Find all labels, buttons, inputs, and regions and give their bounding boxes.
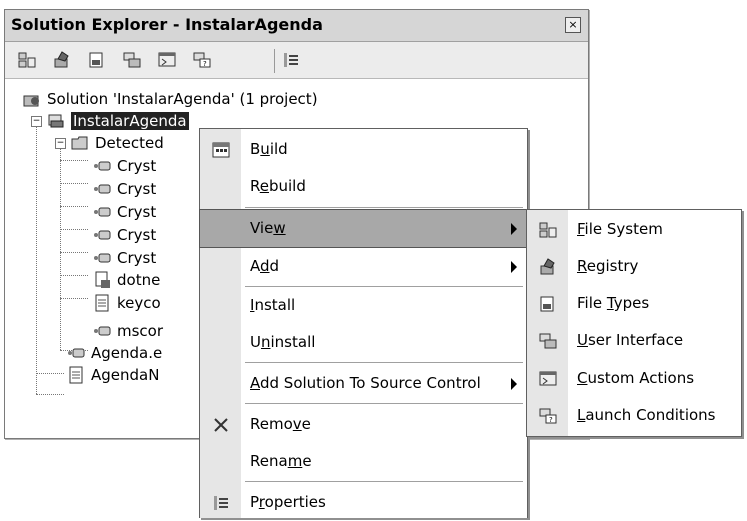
assembly-icon <box>94 253 111 263</box>
launch-conditions-icon: ? <box>539 408 557 424</box>
submenu-arrow-icon <box>511 223 517 235</box>
menu-item-view[interactable]: View <box>199 209 528 248</box>
assembly-icon <box>68 348 85 358</box>
assembly-icon <box>94 207 111 217</box>
merge-module-icon <box>95 271 110 288</box>
user-interface-icon[interactable] <box>122 50 142 70</box>
menu-item-uninstall[interactable]: Uninstall <box>200 324 527 361</box>
submenu-arrow-icon <box>511 378 517 390</box>
menu-item-properties[interactable]: Properties <box>200 484 527 521</box>
submenu-item-registry[interactable]: Registry <box>527 248 741 285</box>
file-icon <box>69 366 83 384</box>
menu-item-rename[interactable]: Rename <box>200 443 527 480</box>
tree-line <box>60 138 61 350</box>
collapse-toggle[interactable]: − <box>55 138 66 149</box>
menu-item-install[interactable]: Install <box>200 287 527 324</box>
svg-text:?: ? <box>549 416 553 424</box>
assembly-icon <box>94 230 111 240</box>
custom-actions-icon <box>539 371 557 386</box>
properties-icon <box>214 496 228 510</box>
custom-actions-icon[interactable] <box>157 50 177 70</box>
menu-item-add[interactable]: Add <box>200 248 527 285</box>
tree-line <box>60 298 88 299</box>
submenu-item-launch-conditions[interactable]: ? Launch Conditions <box>527 397 741 434</box>
assembly-icon <box>94 184 111 194</box>
file-icon <box>95 294 109 312</box>
tree-line <box>60 183 88 184</box>
registry-icon <box>540 258 555 275</box>
assembly-icon <box>94 161 111 171</box>
tree-line <box>60 252 88 253</box>
file-system-icon <box>539 222 557 238</box>
tree-line <box>60 206 88 207</box>
menu-separator <box>245 207 523 208</box>
menu-item-rebuild[interactable]: Rebuild <box>200 168 527 205</box>
menu-item-build[interactable]: Build <box>200 131 527 168</box>
launch-conditions-icon[interactable]: ? <box>192 50 212 70</box>
menu-item-add-solution-to-source-control[interactable]: Add Solution To Source Control <box>200 365 527 402</box>
build-icon <box>212 142 230 158</box>
submenu-item-file-system[interactable]: File System <box>527 211 741 248</box>
collapse-toggle[interactable]: − <box>31 116 42 127</box>
submenu-item-user-interface[interactable]: User Interface <box>527 322 741 359</box>
folder-icon <box>71 136 88 150</box>
properties-icon[interactable] <box>281 50 301 70</box>
title-bar: Solution Explorer - InstalarAgenda × <box>5 10 588 42</box>
tree-line <box>60 160 88 161</box>
tree-line <box>36 116 37 394</box>
svg-text:?: ? <box>203 60 207 68</box>
submenu-item-file-types[interactable]: File Types <box>527 285 741 322</box>
toolbar-separator <box>274 49 275 73</box>
tree-line <box>60 229 88 230</box>
delete-icon <box>214 418 228 432</box>
submenu-arrow-icon <box>511 261 517 273</box>
toolbar: ? <box>5 42 588 79</box>
context-menu: Build Rebuild View Add Install Uninstall… <box>199 128 528 518</box>
assembly-icon <box>94 326 111 336</box>
tree-line <box>36 373 64 374</box>
view-submenu: File System Registry File Types User Int… <box>526 209 742 437</box>
file-system-icon[interactable] <box>17 50 37 70</box>
registry-icon[interactable] <box>52 50 72 70</box>
tree-line <box>36 394 64 395</box>
close-button[interactable]: × <box>565 17 581 33</box>
solution-icon <box>23 95 39 107</box>
tree-line <box>60 275 88 276</box>
menu-separator <box>245 403 523 404</box>
submenu-item-custom-actions[interactable]: Custom Actions <box>527 360 741 397</box>
user-interface-icon <box>539 333 557 349</box>
menu-separator <box>245 362 523 363</box>
file-types-icon <box>540 296 554 312</box>
file-types-icon[interactable] <box>87 50 107 70</box>
project-icon <box>48 114 64 128</box>
menu-item-remove[interactable]: Remove <box>200 406 527 443</box>
window-title: Solution Explorer - InstalarAgenda <box>11 15 323 34</box>
menu-separator <box>245 481 523 482</box>
